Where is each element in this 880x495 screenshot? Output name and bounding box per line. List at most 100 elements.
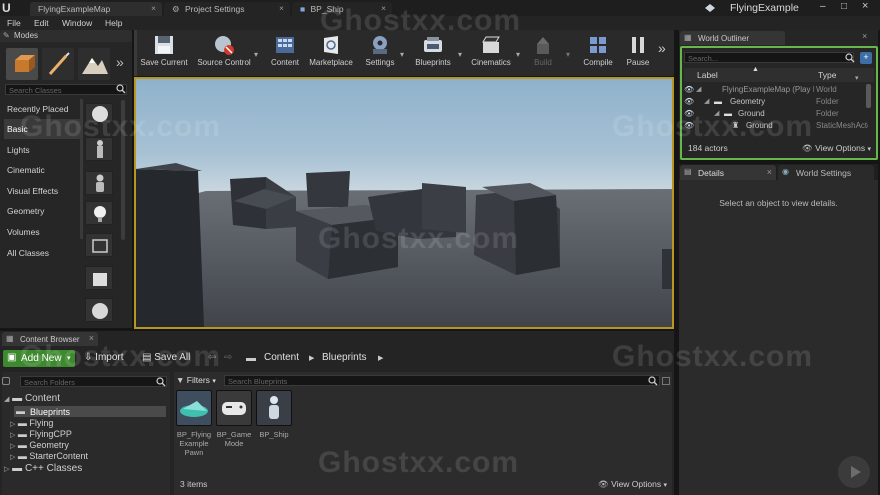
visibility-eye-icon[interactable]: 👁 — [684, 109, 694, 118]
maximize-button[interactable]: □ — [841, 1, 847, 12]
outliner-search-input[interactable]: Search... — [684, 52, 854, 63]
filters-button[interactable]: ▼ Filters ▾ — [176, 375, 220, 387]
close-tab-icon[interactable]: × — [381, 3, 386, 13]
visibility-eye-icon[interactable]: 👁 — [684, 97, 694, 106]
asset-bp-ship[interactable] — [256, 390, 292, 426]
toolbar-more-icon[interactable]: » — [658, 40, 666, 56]
settings-button[interactable]: Settings — [360, 30, 400, 76]
search-blueprints-input[interactable]: Search Blueprints — [224, 375, 660, 386]
tab-bp-ship[interactable]: ■ BP_Ship × — [292, 2, 392, 16]
asset-bp-flying-example-pawn[interactable] — [176, 390, 212, 426]
cinematics-dropdown-icon[interactable]: ▾ — [516, 50, 520, 59]
asset-bp-game-mode[interactable] — [216, 390, 252, 426]
category-cinematic[interactable]: Cinematic — [4, 160, 80, 180]
folder-content[interactable]: ◢ ▬ Content — [4, 393, 60, 404]
path-content[interactable]: Content — [264, 351, 299, 366]
trigger-thumb[interactable] — [85, 233, 113, 257]
outliner-scrollbar[interactable] — [866, 84, 871, 108]
cube-thumb[interactable] — [85, 266, 113, 290]
outliner-row-ground-actor[interactable]: 👁 ♜ Ground StaticMeshActor — [682, 120, 874, 132]
search-folders-input[interactable]: Search Folders — [20, 376, 167, 387]
menu-file[interactable]: File — [7, 16, 21, 30]
pawn-thumb[interactable] — [85, 171, 113, 195]
content-view-options[interactable]: 👁 View Options ▾ — [598, 479, 667, 490]
world-outliner-tab[interactable]: ▦ World Outliner — [680, 31, 785, 45]
category-visual-effects[interactable]: Visual Effects — [4, 181, 80, 201]
toolbar-grip[interactable] — [134, 30, 137, 76]
build-button[interactable]: Build — [524, 30, 562, 76]
settings-dropdown-icon[interactable]: ▾ — [400, 50, 404, 59]
sphere-thumb[interactable] — [85, 298, 113, 322]
compile-button[interactable]: Compile — [578, 30, 618, 76]
collections-toggle-icon[interactable] — [2, 377, 10, 385]
close-tab-icon[interactable]: × — [151, 3, 156, 13]
blueprints-button[interactable]: Blueprints — [410, 30, 456, 76]
folder-flyingcpp[interactable]: ▷ ▬ FlyingCPP — [10, 429, 72, 439]
category-all-classes[interactable]: All Classes — [4, 243, 80, 263]
visibility-eye-icon[interactable]: 👁 — [684, 85, 694, 94]
details-tab[interactable]: ▤ Details × — [680, 165, 776, 180]
level-viewport[interactable] — [134, 77, 674, 329]
outliner-col-type[interactable]: Type — [818, 70, 836, 80]
unreal-logo[interactable]: U — [2, 1, 18, 15]
modes-scrollbar[interactable] — [121, 100, 125, 240]
add-new-button[interactable]: ▣ Add New ▾ — [3, 350, 75, 367]
source-control-button[interactable]: Source Control — [194, 30, 254, 76]
outliner-row-ground-folder[interactable]: 👁 ◢ ▬ Ground Folder — [682, 108, 874, 120]
category-recently-placed[interactable]: Recently Placed — [4, 99, 80, 119]
folder-geometry[interactable]: ▷ ▬ Geometry — [10, 440, 69, 450]
close-window-button[interactable]: × — [862, 0, 868, 12]
save-all-button[interactable]: ▤ Save All — [142, 351, 190, 366]
folder-flying[interactable]: ▷ ▬ Flying — [10, 418, 53, 428]
folder-cpp-classes[interactable]: ▷ ▬ C++ Classes — [4, 463, 82, 474]
category-lights[interactable]: Lights — [4, 140, 80, 160]
cinematics-button[interactable]: Cinematics — [466, 30, 516, 76]
outliner-row-geometry[interactable]: 👁 ◢ ▬ Geometry Folder — [682, 96, 874, 108]
outliner-row-world[interactable]: 👁 ◢ FlyingExampleMap (Play In Editor) Wo… — [682, 84, 874, 96]
save-current-button[interactable]: Save Current — [138, 30, 190, 76]
light-thumb[interactable] — [85, 201, 113, 225]
menu-help[interactable]: Help — [105, 16, 122, 30]
more-modes-icon[interactable]: » — [116, 54, 124, 70]
type-dropdown-icon[interactable]: ▾ — [855, 74, 859, 82]
visibility-eye-icon[interactable]: 👁 — [684, 121, 694, 130]
back-arrow-icon[interactable]: ⇦ — [208, 352, 216, 363]
menu-window[interactable]: Window — [62, 16, 92, 30]
category-volumes[interactable]: Volumes — [4, 222, 80, 242]
close-tab-icon[interactable]: × — [279, 3, 284, 13]
search-classes-input[interactable]: Search Classes — [5, 84, 127, 95]
world-settings-tab[interactable]: ◉ World Settings — [778, 165, 874, 180]
forward-arrow-icon[interactable]: ⇨ — [224, 352, 232, 363]
outliner-view-options[interactable]: 👁 View Options ▾ — [802, 143, 871, 154]
category-basic[interactable]: Basic — [4, 119, 80, 139]
blueprints-dropdown-icon[interactable]: ▾ — [458, 50, 462, 59]
outliner-col-label[interactable]: Label — [697, 70, 718, 80]
player-start-thumb[interactable] — [85, 137, 113, 161]
sphere-actor-thumb[interactable] — [85, 103, 113, 123]
marketplace-button[interactable]: Marketplace — [306, 30, 356, 76]
minimize-button[interactable]: – — [820, 1, 826, 12]
asset-view-toggle-icon[interactable] — [662, 377, 670, 385]
close-tab-icon[interactable]: × — [767, 167, 772, 177]
content-browser-tab[interactable]: ▦ Content Browser × — [2, 332, 98, 346]
source-control-dropdown-icon[interactable]: ▾ — [254, 50, 258, 59]
expand-arrow-icon[interactable]: ◢ — [714, 109, 719, 117]
menu-edit[interactable]: Edit — [34, 16, 49, 30]
folder-startercontent[interactable]: ▷ ▬ StarterContent — [10, 451, 88, 461]
import-button[interactable]: ⇩ Import — [84, 351, 124, 366]
place-mode-button[interactable] — [6, 48, 38, 80]
content-button[interactable]: Content — [266, 30, 304, 76]
outliner-close-icon[interactable]: × — [862, 31, 867, 41]
tab-flyingexamplemap[interactable]: FlyingExampleMap × — [30, 2, 162, 16]
expand-arrow-icon[interactable]: ◢ — [704, 97, 709, 105]
paint-mode-button[interactable] — [42, 48, 74, 80]
close-tab-icon[interactable]: × — [89, 333, 94, 343]
path-blueprints[interactable]: Blueprints — [322, 351, 366, 366]
tab-project-settings[interactable]: ⚙ Project Settings × — [164, 2, 290, 16]
build-dropdown-icon[interactable]: ▾ — [566, 50, 570, 59]
folder-blueprints-selected[interactable]: ▬ Blueprints — [14, 406, 166, 417]
category-geometry[interactable]: Geometry — [4, 201, 80, 221]
outliner-add-icon[interactable]: + — [860, 52, 872, 64]
expand-arrow-icon[interactable]: ◢ — [696, 85, 701, 93]
landscape-mode-button[interactable] — [78, 48, 110, 80]
